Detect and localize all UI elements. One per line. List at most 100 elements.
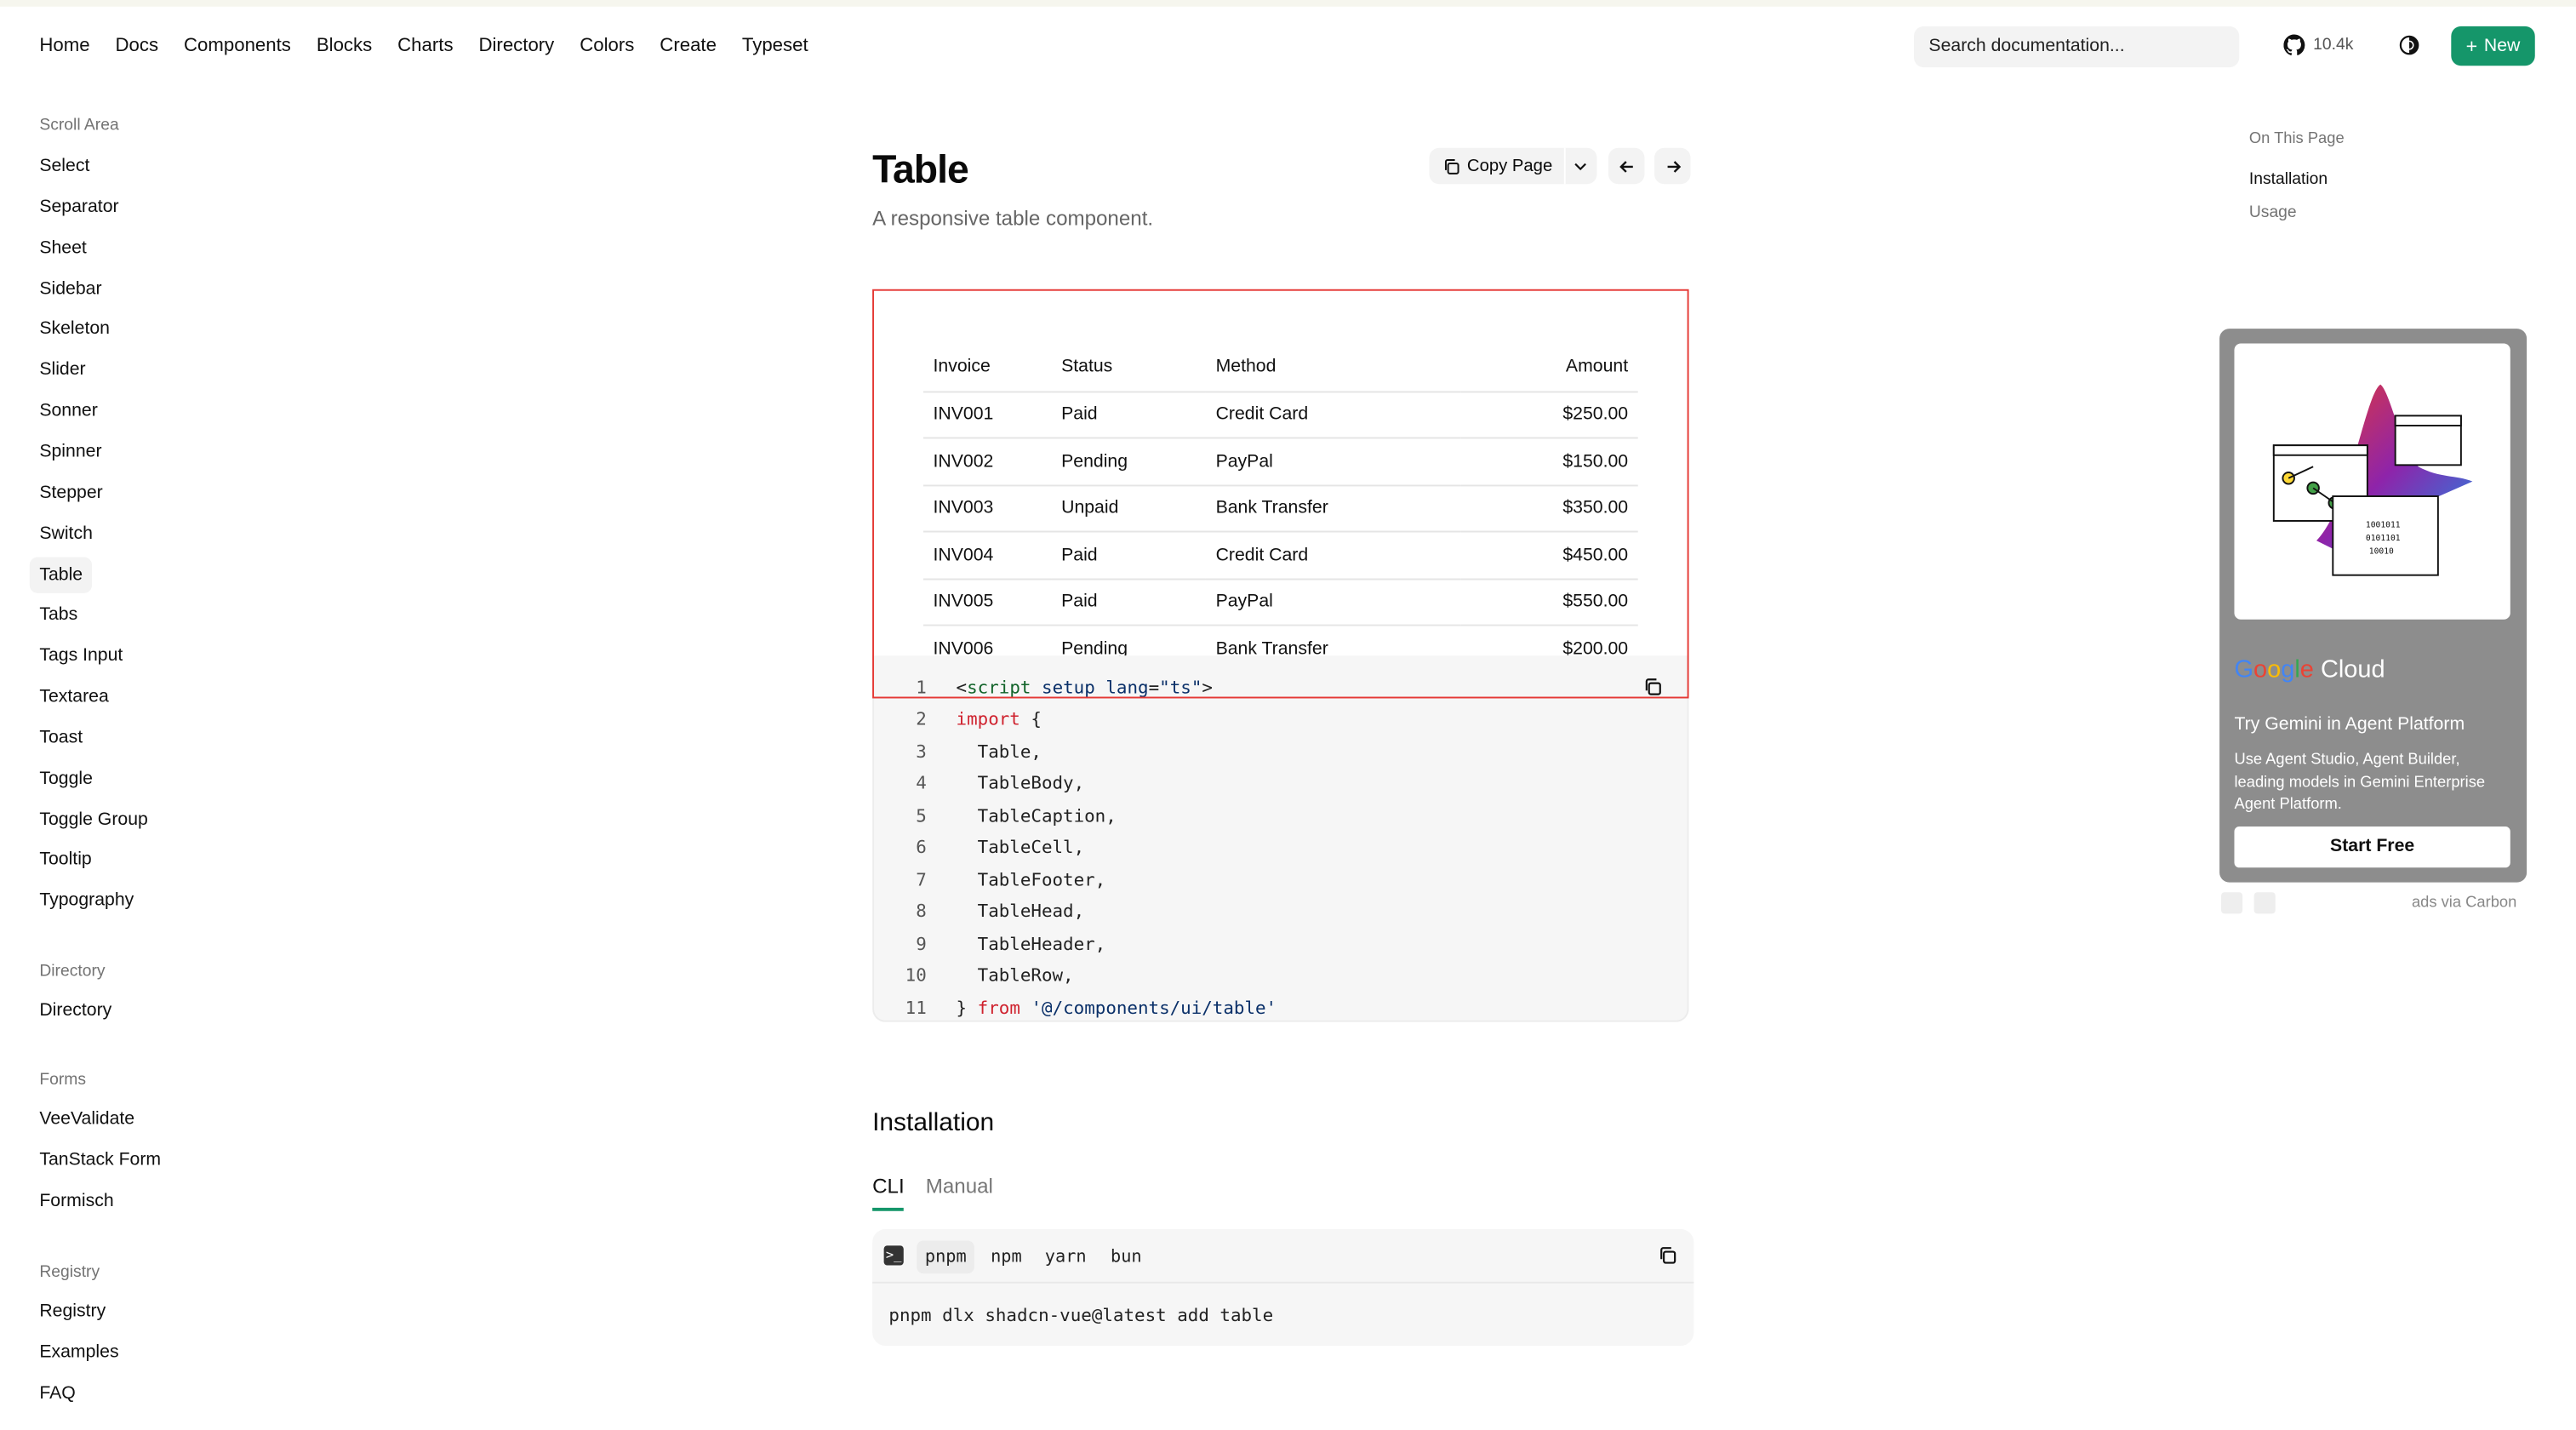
nav-link-typeset[interactable]: Typeset <box>742 33 808 60</box>
nav-link-blocks[interactable]: Blocks <box>317 33 372 60</box>
sidebar-item-stepper[interactable]: Stepper <box>30 475 113 511</box>
sidebar-item-sheet[interactable]: Sheet <box>30 230 97 266</box>
line-number: 6 <box>916 837 927 859</box>
sidebar-item-faq[interactable]: FAQ <box>30 1375 86 1410</box>
install-tabs: CLI Manual <box>872 1175 1014 1211</box>
ad-footer[interactable]: ads via Carbon <box>2412 894 2516 912</box>
table-cell: $350.00 <box>1460 484 1638 533</box>
sidebar-item-table[interactable]: Table <box>29 556 93 592</box>
table-cell: $200.00 <box>1460 625 1638 656</box>
ad-image[interactable]: 1001011 0101101 10010 <box>2234 343 2510 620</box>
sidebar-item-tags-input[interactable]: Tags Input <box>30 638 133 673</box>
nav-link-components[interactable]: Components <box>184 33 291 60</box>
pm-yarn[interactable]: yarn <box>1037 1241 1094 1274</box>
sidebar-item-directory[interactable]: Directory <box>30 992 122 1028</box>
page-subtitle: A responsive table component. <box>872 207 1154 231</box>
table-cell: Bank Transfer <box>1205 625 1461 656</box>
svg-text:0101101: 0101101 <box>2366 534 2401 543</box>
table-header-row: Invoice Status Method Amount <box>922 343 1638 392</box>
sidebar-item-textarea[interactable]: Textarea <box>30 678 119 714</box>
sidebar-item-formisch[interactable]: Formisch <box>30 1182 123 1218</box>
nav-link-create[interactable]: Create <box>660 33 717 60</box>
ad-cta-button[interactable]: Start Free <box>2234 827 2510 868</box>
table-cell: $150.00 <box>1460 438 1638 486</box>
contrast-icon <box>2399 35 2419 55</box>
previous-page-button[interactable] <box>1608 147 1645 185</box>
chevron-down-icon[interactable] <box>1572 157 1588 174</box>
table-cell: Bank Transfer <box>1205 484 1461 533</box>
line-number: 3 <box>916 741 927 763</box>
main-nav: Home Docs Components Blocks Charts Directory C… <box>39 33 833 60</box>
sidebar-item-slider[interactable]: Slider <box>30 352 95 388</box>
code-block: 1 <script setup lang="ts"> 2 import {3 Tabl… <box>872 655 1689 1022</box>
component-preview: Invoice Status Method Amount INV001 Paid C… <box>874 290 1688 656</box>
pm-pnpm[interactable]: pnpm <box>917 1240 975 1274</box>
sidebar-group-title: Directory <box>39 963 106 981</box>
table-cell: Credit Card <box>1205 531 1461 580</box>
sidebar-item-veevalidate[interactable]: VeeValidate <box>30 1101 145 1136</box>
nav-link-charts[interactable]: Charts <box>397 33 453 60</box>
sidebar-item-spinner[interactable]: Spinner <box>30 434 111 470</box>
nav-link-colors[interactable]: Colors <box>580 33 634 60</box>
share-icon[interactable] <box>2221 892 2243 914</box>
sidebar-item-separator[interactable]: Separator <box>30 189 129 225</box>
github-icon <box>2283 34 2305 56</box>
sidebar-item-toast[interactable]: Toast <box>30 719 93 755</box>
table-cell: Paid <box>1051 578 1206 626</box>
github-link[interactable]: 10.4k <box>2283 34 2353 56</box>
nav-link-directory[interactable]: Directory <box>478 33 554 60</box>
line-number: 1 <box>916 677 927 699</box>
arrow-right-icon <box>1666 160 1681 172</box>
sidebar-item-tabs[interactable]: Tabs <box>30 597 88 632</box>
table-cell: Unpaid <box>1051 484 1206 533</box>
sidebar-item-toggle[interactable]: Toggle <box>30 760 103 796</box>
sidebar-item-tooltip[interactable]: Tooltip <box>30 842 102 878</box>
ad-body: Use Agent Studio, Agent Builder, leading… <box>2234 751 2486 814</box>
code-text: TableHead, <box>956 901 1085 923</box>
table-cell: Credit Card <box>1205 391 1461 439</box>
next-page-button[interactable] <box>1654 147 1691 185</box>
tab-manual[interactable]: Manual <box>926 1175 993 1210</box>
sidebar-group-title: Forms <box>39 1071 87 1090</box>
pm-bun[interactable]: bun <box>1102 1241 1150 1274</box>
sidebar-item-tanstack-form[interactable]: TanStack Form <box>30 1141 171 1177</box>
code-text: Table, <box>956 741 1042 763</box>
toc-title: On This Page <box>2248 129 2345 148</box>
sidebar-item-switch[interactable]: Switch <box>30 515 103 551</box>
sidebar-item-registry[interactable]: Registry <box>30 1293 116 1329</box>
refresh-icon[interactable] <box>2253 892 2276 914</box>
sidebar-item-skeleton[interactable]: Skeleton <box>30 312 120 347</box>
sidebar: Scroll Area Select Separator Sheet Sidebar Sk… <box>0 99 328 1430</box>
nav-link-docs[interactable]: Docs <box>115 33 158 60</box>
sidebar-item-sidebar[interactable]: Sidebar <box>30 271 111 306</box>
theme-toggle[interactable] <box>2399 35 2420 65</box>
line-number: 8 <box>916 901 927 923</box>
sidebar-item-sonner[interactable]: Sonner <box>30 393 108 429</box>
copy-page-button[interactable]: Copy Page <box>1429 147 1597 185</box>
sidebar-item-examples[interactable]: Examples <box>30 1334 129 1370</box>
ad-headline: Try Gemini in Agent Platform <box>2234 714 2465 735</box>
table-cell: PayPal <box>1205 438 1461 486</box>
tab-cli[interactable]: CLI <box>872 1175 905 1211</box>
search-input[interactable]: Search documentation... <box>1914 26 2240 68</box>
carbon-ad[interactable]: 1001011 0101101 10010 Google Cloud Try G… <box>2219 329 2527 883</box>
nav-link-home[interactable]: Home <box>39 33 89 60</box>
invoice-table: Invoice Status Method Amount INV001 Paid C… <box>922 343 1638 656</box>
sidebar-item-toggle-group[interactable]: Toggle Group <box>30 801 158 837</box>
code-text: } from '@/components/ui/table' <box>956 996 1277 1018</box>
table-cell: $550.00 <box>1460 578 1638 626</box>
line-number: 7 <box>916 868 927 890</box>
terminal-icon: >_ <box>883 1245 904 1266</box>
pm-npm[interactable]: npm <box>982 1241 1030 1274</box>
table-cell: Pending <box>1051 625 1206 656</box>
new-button[interactable]: + New <box>2451 26 2535 66</box>
toc-item-usage[interactable]: Usage <box>2249 203 2297 221</box>
sidebar-item-typography[interactable]: Typography <box>30 883 144 918</box>
toc-item-installation[interactable]: Installation <box>2249 171 2328 189</box>
column-header: Invoice <box>922 343 1052 392</box>
copy-command-icon[interactable] <box>1658 1245 1677 1265</box>
copy-code-icon[interactable] <box>1643 677 1663 696</box>
sidebar-item-select[interactable]: Select <box>30 148 100 184</box>
table-cell: INV006 <box>922 625 1052 656</box>
sidebar-group-title: Registry <box>39 1263 100 1282</box>
